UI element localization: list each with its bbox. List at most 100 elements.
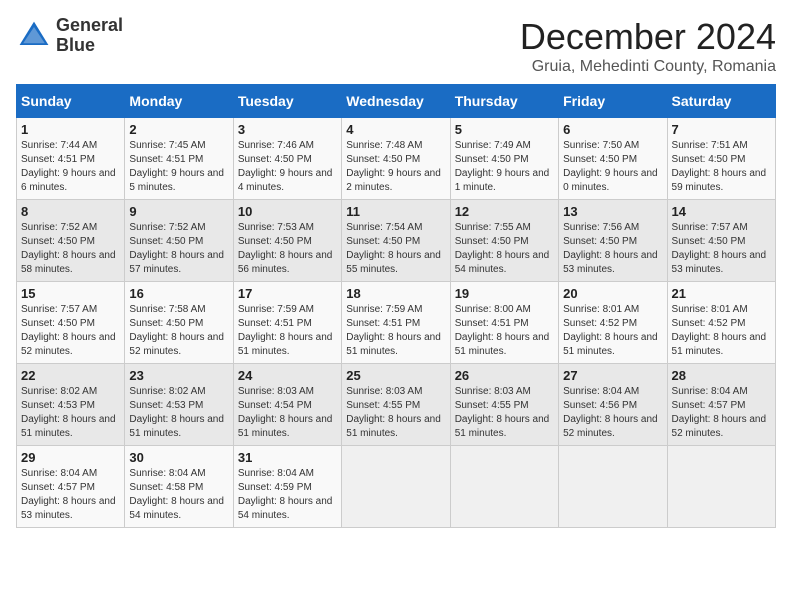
calendar-cell: 1Sunrise: 7:44 AMSunset: 4:51 PMDaylight…: [17, 118, 125, 200]
calendar-cell: 2 Sunrise: 7:45 AMSunset: 4:51 PMDaylight…: [125, 118, 233, 200]
calendar-cell: 22 Sunrise: 8:02 AMSunset: 4:53 PMDayligh…: [17, 364, 125, 446]
day-number: 22: [21, 368, 120, 383]
day-info: Sunrise: 7:50 AMSunset: 4:50 PMDaylight:…: [563, 140, 658, 193]
day-number: 28: [672, 368, 771, 383]
day-info: Sunrise: 7:59 AMSunset: 4:51 PMDaylight:…: [238, 304, 333, 357]
header-day: Saturday: [667, 85, 775, 118]
day-info: Sunrise: 7:57 AMSunset: 4:50 PMDaylight:…: [672, 222, 767, 275]
logo: General Blue: [16, 16, 123, 56]
logo-line1: General: [56, 16, 123, 36]
day-info: Sunrise: 7:52 AMSunset: 4:50 PMDaylight:…: [129, 222, 224, 275]
calendar-cell: 13 Sunrise: 7:56 AMSunset: 4:50 PMDayligh…: [559, 200, 667, 282]
header-day: Thursday: [450, 85, 558, 118]
calendar-cell: 25Sunrise: 8:03 AMSunset: 4:55 PMDayligh…: [342, 364, 450, 446]
calendar-cell: 11 Sunrise: 7:54 AMSunset: 4:50 PMDayligh…: [342, 200, 450, 282]
calendar-cell: 15 Sunrise: 7:57 AMSunset: 4:50 PMDayligh…: [17, 282, 125, 364]
day-number: 5: [455, 122, 554, 137]
day-info: Sunrise: 8:04 AMSunset: 4:56 PMDaylight:…: [563, 386, 658, 439]
day-info: Sunrise: 8:04 AMSunset: 4:57 PMDaylight:…: [672, 386, 767, 439]
day-number: 30: [129, 450, 228, 465]
day-number: 19: [455, 286, 554, 301]
day-number: 17: [238, 286, 337, 301]
calendar-cell: 19 Sunrise: 8:00 AMSunset: 4:51 PMDayligh…: [450, 282, 558, 364]
day-number: 6: [563, 122, 662, 137]
day-info: Sunrise: 8:04 AMSunset: 4:59 PMDaylight:…: [238, 468, 333, 521]
calendar-cell: 26Sunrise: 8:03 AMSunset: 4:55 PMDayligh…: [450, 364, 558, 446]
day-info: Sunrise: 8:04 AMSunset: 4:58 PMDaylight:…: [129, 468, 224, 521]
calendar-cell: 30 Sunrise: 8:04 AMSunset: 4:58 PMDayligh…: [125, 446, 233, 528]
day-number: 20: [563, 286, 662, 301]
logo-text: General Blue: [56, 16, 123, 56]
calendar-cell: 7 Sunrise: 7:51 AMSunset: 4:50 PMDaylight…: [667, 118, 775, 200]
day-info: Sunrise: 7:52 AMSunset: 4:50 PMDaylight:…: [21, 222, 116, 275]
calendar-cell: 14 Sunrise: 7:57 AMSunset: 4:50 PMDayligh…: [667, 200, 775, 282]
calendar-cell: 16Sunrise: 7:58 AMSunset: 4:50 PMDayligh…: [125, 282, 233, 364]
calendar-cell: [667, 446, 775, 528]
day-info: Sunrise: 8:01 AMSunset: 4:52 PMDaylight:…: [563, 304, 658, 357]
day-info: Sunrise: 7:51 AMSunset: 4:50 PMDaylight:…: [672, 140, 767, 193]
calendar-cell: 3Sunrise: 7:46 AMSunset: 4:50 PMDaylight…: [233, 118, 341, 200]
header-day: Monday: [125, 85, 233, 118]
calendar-row: 29 Sunrise: 8:04 AMSunset: 4:57 PMDayligh…: [17, 446, 776, 528]
day-number: 9: [129, 204, 228, 219]
calendar-cell: 23 Sunrise: 8:02 AMSunset: 4:53 PMDayligh…: [125, 364, 233, 446]
calendar-cell: 8Sunrise: 7:52 AMSunset: 4:50 PMDaylight…: [17, 200, 125, 282]
day-info: Sunrise: 7:48 AMSunset: 4:50 PMDaylight:…: [346, 140, 441, 193]
day-info: Sunrise: 7:49 AMSunset: 4:50 PMDaylight:…: [455, 140, 550, 193]
day-number: 29: [21, 450, 120, 465]
calendar-cell: 21 Sunrise: 8:01 AMSunset: 4:52 PMDayligh…: [667, 282, 775, 364]
title-block: December 2024 Gruia, Mehedinti County, R…: [520, 16, 776, 76]
day-number: 18: [346, 286, 445, 301]
calendar-cell: 24 Sunrise: 8:03 AMSunset: 4:54 PMDayligh…: [233, 364, 341, 446]
day-number: 3: [238, 122, 337, 137]
header-day: Sunday: [17, 85, 125, 118]
calendar-cell: 28 Sunrise: 8:04 AMSunset: 4:57 PMDayligh…: [667, 364, 775, 446]
header-day: Friday: [559, 85, 667, 118]
day-number: 26: [455, 368, 554, 383]
day-info: Sunrise: 8:02 AMSunset: 4:53 PMDaylight:…: [129, 386, 224, 439]
day-number: 25: [346, 368, 445, 383]
calendar-cell: 31 Sunrise: 8:04 AMSunset: 4:59 PMDayligh…: [233, 446, 341, 528]
day-number: 15: [21, 286, 120, 301]
day-number: 11: [346, 204, 445, 219]
calendar-row: 8Sunrise: 7:52 AMSunset: 4:50 PMDaylight…: [17, 200, 776, 282]
calendar-cell: 20 Sunrise: 8:01 AMSunset: 4:52 PMDayligh…: [559, 282, 667, 364]
logo-icon: [16, 18, 52, 54]
day-info: Sunrise: 8:01 AMSunset: 4:52 PMDaylight:…: [672, 304, 767, 357]
day-number: 2: [129, 122, 228, 137]
day-info: Sunrise: 8:03 AMSunset: 4:54 PMDaylight:…: [238, 386, 333, 439]
day-number: 13: [563, 204, 662, 219]
day-number: 21: [672, 286, 771, 301]
day-number: 7: [672, 122, 771, 137]
day-number: 14: [672, 204, 771, 219]
calendar-cell: 10 Sunrise: 7:53 AMSunset: 4:50 PMDayligh…: [233, 200, 341, 282]
day-number: 10: [238, 204, 337, 219]
day-info: Sunrise: 7:53 AMSunset: 4:50 PMDaylight:…: [238, 222, 333, 275]
day-info: Sunrise: 7:45 AMSunset: 4:51 PMDaylight:…: [129, 140, 224, 193]
header-day: Tuesday: [233, 85, 341, 118]
calendar-row: 22 Sunrise: 8:02 AMSunset: 4:53 PMDayligh…: [17, 364, 776, 446]
day-info: Sunrise: 7:56 AMSunset: 4:50 PMDaylight:…: [563, 222, 658, 275]
calendar-cell: 18 Sunrise: 7:59 AMSunset: 4:51 PMDayligh…: [342, 282, 450, 364]
calendar-table: SundayMondayTuesdayWednesdayThursdayFrid…: [16, 84, 776, 528]
day-info: Sunrise: 7:58 AMSunset: 4:50 PMDaylight:…: [129, 304, 224, 357]
day-number: 24: [238, 368, 337, 383]
day-info: Sunrise: 8:00 AMSunset: 4:51 PMDaylight:…: [455, 304, 550, 357]
header: General Blue December 2024 Gruia, Mehedi…: [16, 16, 776, 76]
calendar-cell: [450, 446, 558, 528]
calendar-cell: [559, 446, 667, 528]
day-info: Sunrise: 7:57 AMSunset: 4:50 PMDaylight:…: [21, 304, 116, 357]
day-number: 27: [563, 368, 662, 383]
day-info: Sunrise: 8:04 AMSunset: 4:57 PMDaylight:…: [21, 468, 116, 521]
calendar-row: 1Sunrise: 7:44 AMSunset: 4:51 PMDaylight…: [17, 118, 776, 200]
day-number: 31: [238, 450, 337, 465]
calendar-cell: 4 Sunrise: 7:48 AMSunset: 4:50 PMDaylight…: [342, 118, 450, 200]
day-number: 4: [346, 122, 445, 137]
day-info: Sunrise: 8:02 AMSunset: 4:53 PMDaylight:…: [21, 386, 116, 439]
day-number: 23: [129, 368, 228, 383]
day-info: Sunrise: 7:54 AMSunset: 4:50 PMDaylight:…: [346, 222, 441, 275]
calendar-cell: 17 Sunrise: 7:59 AMSunset: 4:51 PMDayligh…: [233, 282, 341, 364]
day-number: 12: [455, 204, 554, 219]
calendar-cell: 5 Sunrise: 7:49 AMSunset: 4:50 PMDaylight…: [450, 118, 558, 200]
day-info: Sunrise: 7:59 AMSunset: 4:51 PMDaylight:…: [346, 304, 441, 357]
